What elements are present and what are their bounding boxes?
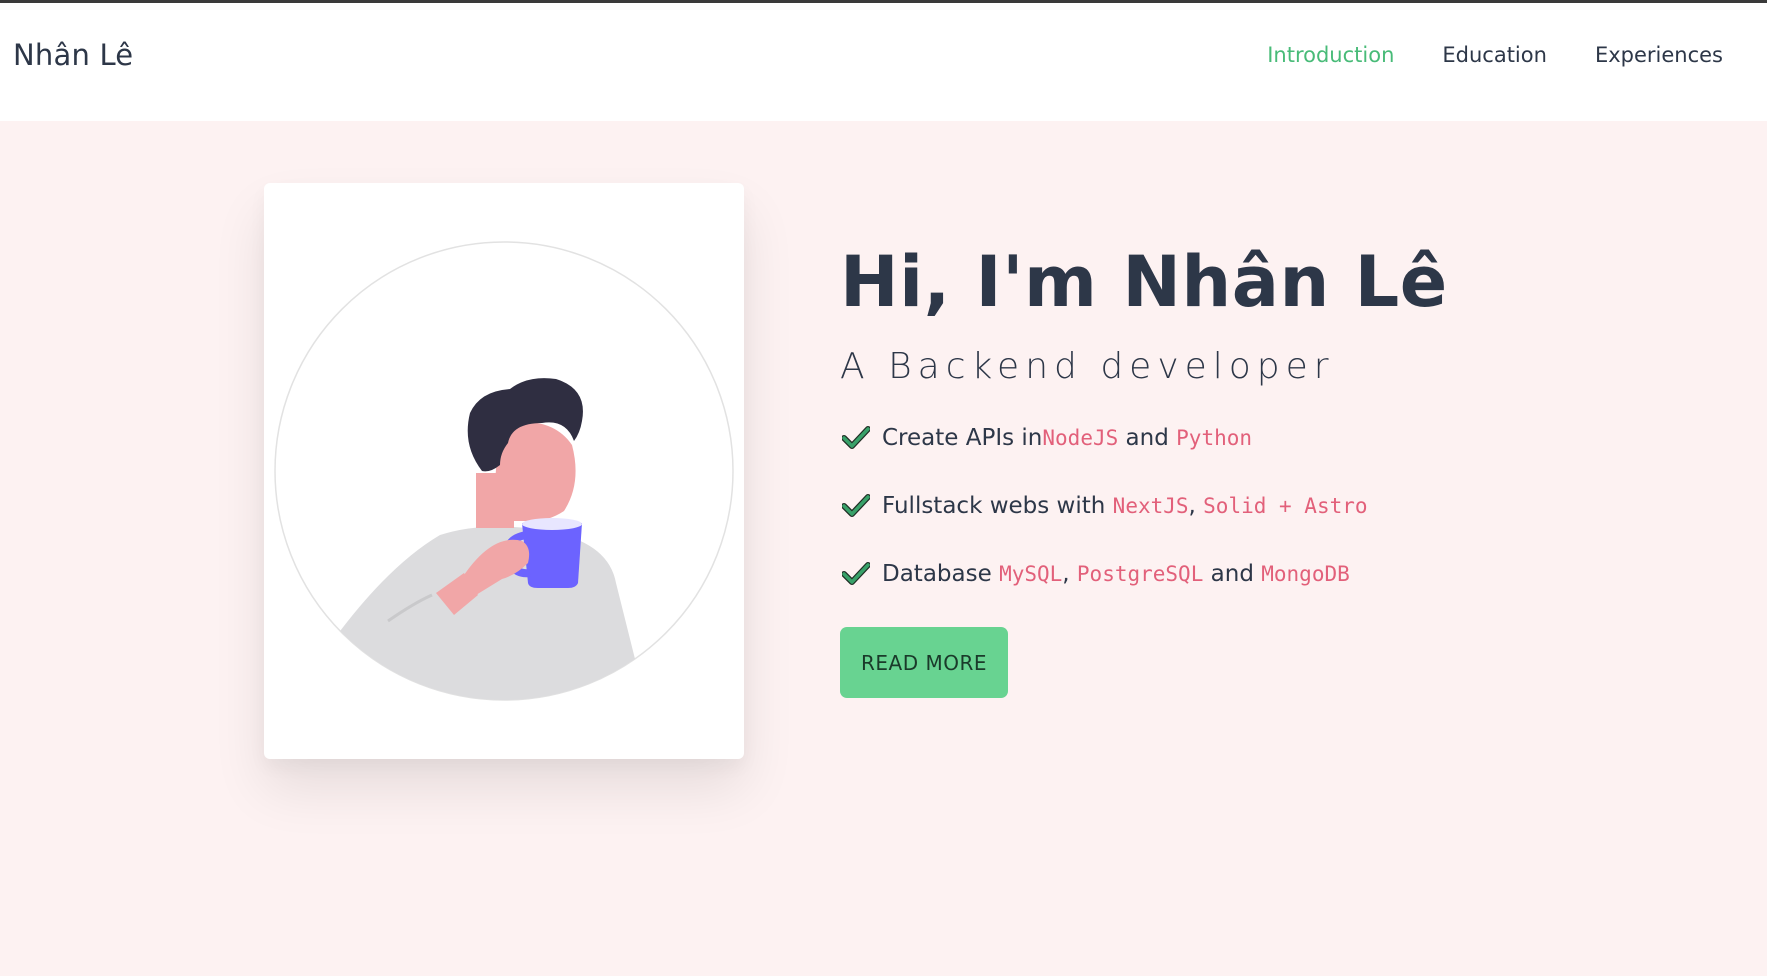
feature-text: Create APIs in [882,425,1043,451]
tech-tag-mysql: MySQL [999,562,1063,586]
hero-section: Hi, I'm Nhân Lê A Backend developer Crea… [0,121,1767,976]
tech-tag-postgresql: PostgreSQL [1076,562,1204,586]
person-drinking-coffee-illustration [274,241,734,701]
nav-links: Introduction Education Experiences [1267,43,1723,67]
brand-logo-text[interactable]: Nhân Lê [13,38,133,72]
feature-item-fullstack: Fullstack webs with NextJS , Solid + Ast… [842,489,1368,523]
nav-link-introduction[interactable]: Introduction [1267,43,1394,67]
check-icon [842,426,870,449]
avatar-card [264,183,744,759]
tech-tag-solid-astro: Solid + Astro [1203,494,1368,518]
hero-title: Hi, I'm Nhân Lê [840,241,1448,323]
tech-tag-nextjs: NextJS [1112,494,1189,518]
feature-text: and [1118,425,1177,451]
hero-subtitle: A Backend developer [840,346,1335,387]
tech-tag-nodejs: NodeJS [1042,426,1119,450]
feature-item-apis: Create APIs in NodeJS and Python [842,421,1368,455]
feature-text: , [1062,561,1077,587]
read-more-button[interactable]: READ MORE [840,627,1008,698]
nav-link-experiences[interactable]: Experiences [1595,43,1723,67]
feature-text: , [1188,493,1204,519]
tech-tag-mongodb: MongoDB [1261,562,1350,586]
feature-text: Fullstack webs with [882,493,1113,519]
tech-tag-python: Python [1176,426,1253,450]
navbar: Nhân Lê Introduction Education Experienc… [0,3,1767,121]
page: Nhân Lê Introduction Education Experienc… [0,0,1767,976]
feature-list: Create APIs in NodeJS and Python Fullsta… [842,421,1368,625]
check-icon [842,494,870,517]
nav-link-education[interactable]: Education [1442,43,1547,67]
feature-item-database: Database MySQL , PostgreSQL and MongoDB [842,557,1368,591]
feature-text: Database [882,561,1000,587]
feature-text: and [1203,561,1262,587]
check-icon [842,562,870,585]
